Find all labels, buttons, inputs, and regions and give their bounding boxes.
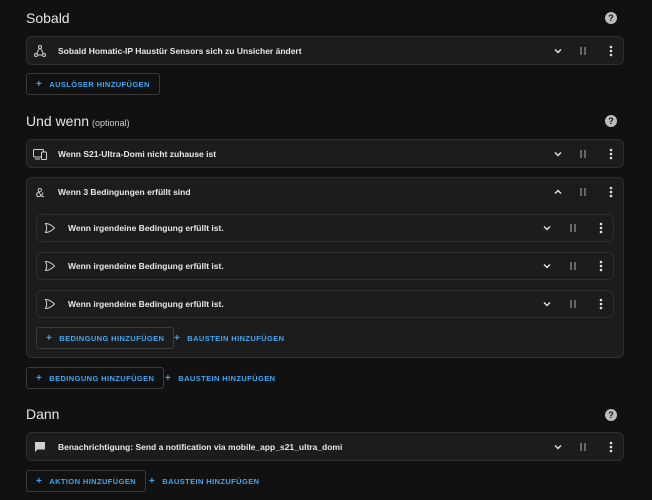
sub-condition-label: Wenn irgendeine Bedingung erfüllt ist. (68, 223, 224, 233)
plus-icon: + (36, 372, 43, 384)
section-title-actions: Dann (26, 406, 60, 422)
more-vert-icon[interactable] (604, 147, 618, 161)
add-block-button[interactable]: + BAUSTEIN HINZUFÜGEN (163, 367, 277, 389)
chevron-down-icon[interactable] (540, 297, 554, 311)
condition-label: Wenn S21-Ultra-Domi nicht zuhause ist (58, 149, 217, 159)
action-card[interactable]: Benachrichtigung: Send a notification vi… (26, 432, 624, 461)
add-action-block-button[interactable]: + BAUSTEIN HINZUFÜGEN (147, 470, 261, 492)
more-vert-icon[interactable] (594, 259, 608, 273)
help-icon[interactable]: ? (605, 12, 617, 24)
section-title-conditions: Und wenn (optional) (26, 113, 130, 129)
drag-handle-icon[interactable] (566, 221, 580, 235)
section-title-triggers: Sobald (26, 10, 70, 26)
trigger-card[interactable]: Sobald Homatic-IP Haustür Sensors sich z… (26, 36, 624, 65)
add-nested-condition-button[interactable]: + BEDINGUNG HINZUFÜGEN (36, 327, 175, 349)
drag-handle-icon[interactable] (576, 44, 590, 58)
plus-icon: + (36, 78, 43, 90)
more-vert-icon[interactable] (604, 440, 618, 454)
chevron-up-icon[interactable] (551, 185, 565, 199)
drag-handle-icon[interactable] (576, 147, 590, 161)
sub-condition-card[interactable]: Wenn irgendeine Bedingung erfüllt ist. (36, 290, 614, 318)
plus-icon: + (165, 372, 172, 384)
drag-handle-icon[interactable] (566, 259, 580, 273)
or-gate-icon (43, 221, 57, 235)
sub-condition-label: Wenn irgendeine Bedingung erfüllt ist. (68, 261, 224, 271)
help-icon[interactable]: ? (605, 409, 617, 421)
plus-icon: + (36, 475, 43, 487)
drag-handle-icon[interactable] (576, 440, 590, 454)
more-vert-icon[interactable] (594, 221, 608, 235)
sub-condition-card[interactable]: Wenn irgendeine Bedingung erfüllt ist. (36, 214, 614, 242)
optional-label: (optional) (92, 118, 130, 128)
chevron-down-icon[interactable] (551, 147, 565, 161)
more-vert-icon[interactable] (604, 185, 618, 199)
or-gate-icon (43, 259, 57, 273)
more-vert-icon[interactable] (594, 297, 608, 311)
help-icon[interactable]: ? (605, 115, 617, 127)
or-gate-icon (43, 297, 57, 311)
drag-handle-icon[interactable] (566, 297, 580, 311)
sub-condition-card[interactable]: Wenn irgendeine Bedingung erfüllt ist. (36, 252, 614, 280)
sub-condition-label: Wenn irgendeine Bedingung erfüllt ist. (68, 299, 224, 309)
action-label: Benachrichtigung: Send a notification vi… (58, 442, 343, 452)
drag-handle-icon[interactable] (576, 185, 590, 199)
chevron-down-icon[interactable] (551, 44, 565, 58)
ampersand-icon: & (35, 184, 45, 200)
trigger-icon (33, 44, 47, 58)
trigger-label: Sobald Homatic-IP Haustür Sensors sich z… (58, 46, 302, 56)
plus-icon: + (149, 475, 156, 487)
condition-card[interactable]: Wenn S21-Ultra-Domi nicht zuhause ist (26, 139, 624, 168)
more-vert-icon[interactable] (604, 44, 618, 58)
chevron-down-icon[interactable] (540, 259, 554, 273)
message-icon (33, 440, 47, 454)
condition-label: Wenn 3 Bedingungen erfüllt sind (58, 187, 191, 197)
add-condition-button[interactable]: + BEDINGUNG HINZUFÜGEN (26, 367, 165, 389)
chevron-down-icon[interactable] (551, 440, 565, 454)
add-trigger-button[interactable]: + AUSLÖSER HINZUFÜGEN (26, 73, 160, 95)
plus-icon: + (174, 332, 181, 344)
add-nested-block-button[interactable]: + BAUSTEIN HINZUFÜGEN (172, 327, 286, 349)
device-icon (33, 147, 47, 161)
chevron-down-icon[interactable] (540, 221, 554, 235)
plus-icon: + (46, 332, 53, 344)
add-action-button[interactable]: + AKTION HINZUFÜGEN (26, 470, 147, 492)
